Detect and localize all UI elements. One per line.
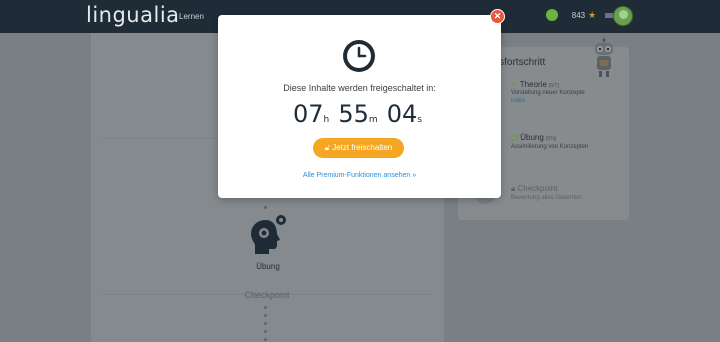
timer-seconds-unit: s	[417, 115, 423, 125]
path-dot	[264, 314, 267, 317]
progress-item-label: Theorie	[519, 80, 547, 89]
premium-features-link[interactable]: Alle Premium-Funktionen ansehen »	[218, 172, 501, 179]
progress-item-tag: [0%]	[546, 136, 557, 142]
user-avatar[interactable]	[613, 6, 633, 26]
progress-item-label: Übung	[520, 133, 544, 142]
app-logo[interactable]: lingualia	[86, 3, 180, 27]
timer-minutes-unit: m	[368, 115, 378, 125]
lock-icon: 🔒︎	[511, 184, 516, 193]
progress-ring-icon	[511, 134, 518, 141]
theory-index-link[interactable]: index	[511, 98, 525, 104]
nav-learn-link[interactable]: Lernen	[179, 12, 204, 21]
progress-item-checkpoint: 🔒︎ Checkpoint	[511, 184, 558, 194]
path-dot	[264, 206, 267, 209]
timer-minutes: 55	[338, 100, 369, 128]
progress-item-description: Vorstellung neuer Konzepte	[511, 90, 585, 96]
timer-hours-unit: h	[323, 115, 330, 125]
path-dot	[264, 338, 267, 341]
unlock-now-button[interactable]: 🔓︎ Jetzt freischalten	[313, 138, 404, 158]
progress-item-exercise[interactable]: Übung [0%]	[511, 133, 556, 142]
robot-icon	[595, 38, 613, 77]
head-gear-icon[interactable]	[248, 214, 286, 256]
countdown-timer: 07h 55m 04s	[218, 100, 501, 128]
timer-seconds: 04	[386, 100, 418, 128]
clock-icon	[343, 40, 375, 72]
path-dot	[264, 322, 267, 325]
coin-icon	[545, 9, 558, 21]
checkpoint-label: Checkpoint	[244, 290, 290, 300]
path-dot	[264, 330, 267, 333]
progress-item-description: Bewertung alles Gelernten	[511, 195, 582, 201]
unlock-message: Diese Inhalte werden freigeschaltet in:	[283, 83, 436, 93]
close-icon[interactable]: ✕	[490, 9, 505, 24]
star-icon: ★	[588, 9, 597, 20]
progress-item-theory[interactable]: ✓ Theorie [0/7]	[511, 80, 559, 89]
unlock-icon: 🔓︎	[324, 143, 330, 152]
timer-hours: 07	[292, 100, 324, 128]
progress-item-tag: [0/7]	[549, 83, 559, 89]
path-dot	[264, 306, 267, 309]
unlock-button-label: Jetzt freischalten	[332, 143, 393, 152]
score-value: 843	[571, 10, 586, 20]
progress-item-label: Checkpoint	[517, 184, 558, 193]
exercise-step-label[interactable]: Übung	[244, 262, 292, 271]
check-icon: ✓	[511, 80, 518, 89]
flag-icon	[605, 12, 614, 18]
progress-item-description: Assimilierung von Konzepten	[511, 144, 589, 150]
